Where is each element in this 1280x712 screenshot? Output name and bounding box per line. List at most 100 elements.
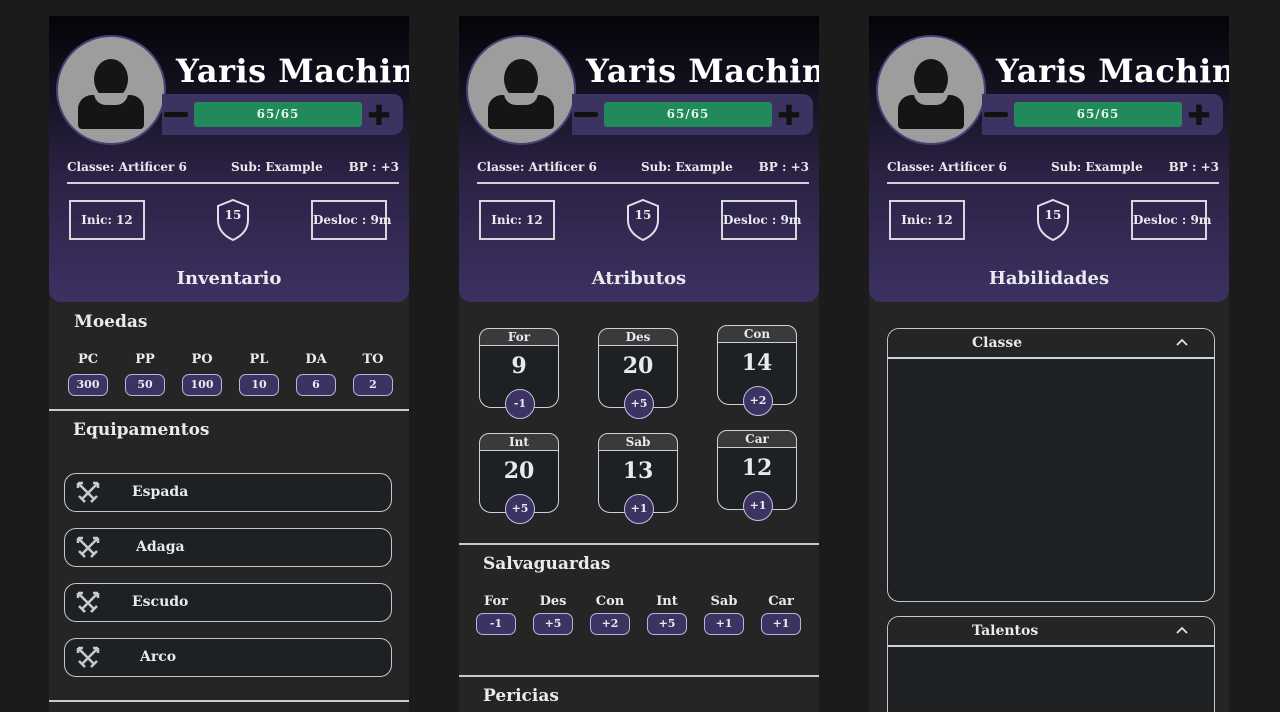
accordion-header[interactable]: Classe [888,329,1214,359]
coin-value[interactable]: 6 [296,374,336,396]
coin-value[interactable]: 100 [182,374,222,396]
saves-title: Salvaguardas [483,554,611,574]
equipment-item[interactable]: Adaga [64,528,392,567]
coin-value[interactable]: 50 [125,374,165,396]
save-value[interactable]: +5 [533,613,573,635]
attribute-card-sab[interactable]: Sab 13 +1 [598,433,678,524]
save-label: Con [595,594,625,609]
save-for: For -1 [476,594,516,635]
subclass-label: Sub: Example [231,160,323,174]
subclass-label: Sub: Example [1051,160,1143,174]
hp-value: 65/65 [194,102,362,127]
crossed-swords-icon [76,536,100,558]
attribute-card-int[interactable]: Int 20 +5 [479,433,559,524]
coin-pl: PL 10 [239,352,279,396]
save-value[interactable]: +5 [647,613,687,635]
skills-title: Pericias [483,686,559,706]
coin-label: PL [249,352,269,367]
coin-label: PP [135,352,155,367]
panel-title: Atributos [591,268,687,289]
coin-to: TO 2 [353,352,393,396]
panel-title: Inventario [176,268,282,289]
coins-title: Moedas [74,312,148,332]
save-value[interactable]: +1 [704,613,744,635]
equipment-name: Escudo [132,594,189,610]
attribute-card-for[interactable]: For 9 -1 [479,328,559,419]
crossed-swords-icon [76,481,100,503]
chevron-up-icon[interactable] [1176,337,1188,347]
attributes-panel: Yaris Machine 65/65 ✚ Classe: Artificer … [459,16,819,712]
equipment-item[interactable]: Arco [64,638,392,677]
bp-label: BP : +3 [1168,160,1219,174]
hp-increase-button[interactable]: ✚ [774,101,804,131]
coin-label: TO [362,352,384,367]
character-info-line: Classe: Artificer 6 Sub: Example BP : +3 [477,158,809,184]
attribute-label: Sab [598,433,678,451]
attribute-value: 20 [622,353,654,379]
class-label: Classe: Artificer 6 [67,160,187,174]
coin-value[interactable]: 2 [353,374,393,396]
talents-accordion: Talentos [887,616,1215,712]
save-label: For [483,594,509,609]
save-con: Con +2 [590,594,630,635]
divider [49,409,409,411]
class-abilities-accordion: Classe [887,328,1215,602]
coin-value[interactable]: 10 [239,374,279,396]
divider [459,675,819,677]
save-value[interactable]: +1 [761,613,801,635]
save-car: Car +1 [761,594,801,635]
coin-value[interactable]: 300 [68,374,108,396]
hp-decrease-button[interactable] [984,112,1008,117]
save-int: Int +5 [647,594,687,635]
armor-class-shield: 15 [625,198,661,242]
coin-label: PC [77,352,99,367]
inventory-panel: Yaris Machine 65/65 ✚ Classe: Artificer … [49,16,409,712]
character-name: Yaris Machine [996,52,1229,90]
attribute-card-car[interactable]: Car 12 +1 [717,430,797,521]
armor-class-shield: 15 [215,198,251,242]
equipment-item[interactable]: Escudo [64,583,392,622]
attribute-label: Int [479,433,559,451]
coin-label: DA [305,352,327,367]
save-value[interactable]: -1 [476,613,516,635]
equipment-item[interactable]: Espada [64,473,392,512]
initiative-box: Inic: 12 [69,200,145,240]
bp-label: BP : +3 [348,160,399,174]
attribute-value: 9 [511,353,527,379]
initiative-box: Inic: 12 [889,200,965,240]
hp-decrease-button[interactable] [164,112,188,117]
chevron-up-icon[interactable] [1176,625,1188,635]
speed-box: Desloc : 9m [1131,200,1212,240]
attribute-modifier: +2 [743,386,773,416]
save-value[interactable]: +2 [590,613,630,635]
hp-value: 65/65 [604,102,772,127]
hp-value: 65/65 [1014,102,1182,127]
avatar[interactable] [876,35,986,145]
attribute-label: Con [717,325,797,343]
class-label: Classe: Artificer 6 [887,160,1007,174]
subclass-label: Sub: Example [641,160,733,174]
hp-increase-button[interactable]: ✚ [1184,101,1214,131]
accordion-title: Talentos [972,623,1039,639]
attribute-modifier: -1 [505,389,535,419]
save-des: Des +5 [533,594,573,635]
equipment-name: Arco [140,649,177,665]
attribute-label: Des [598,328,678,346]
character-name: Yaris Machine [176,52,409,90]
save-label: Des [539,594,567,609]
class-label: Classe: Artificer 6 [477,160,597,174]
attribute-card-des[interactable]: Des 20 +5 [598,328,678,419]
avatar[interactable] [466,35,576,145]
attribute-card-con[interactable]: Con 14 +2 [717,325,797,416]
initiative-box: Inic: 12 [479,200,555,240]
character-header: Yaris Machine 65/65 ✚ Classe: Artificer … [459,16,819,302]
avatar[interactable] [56,35,166,145]
hp-decrease-button[interactable] [574,112,598,117]
hp-increase-button[interactable]: ✚ [364,101,394,131]
coin-po: PO 100 [182,352,222,396]
attribute-modifier: +1 [624,494,654,524]
coin-da: DA 6 [296,352,336,396]
speed-box: Desloc : 9m [311,200,392,240]
coin-label: PO [191,352,213,367]
accordion-header[interactable]: Talentos [888,617,1214,647]
